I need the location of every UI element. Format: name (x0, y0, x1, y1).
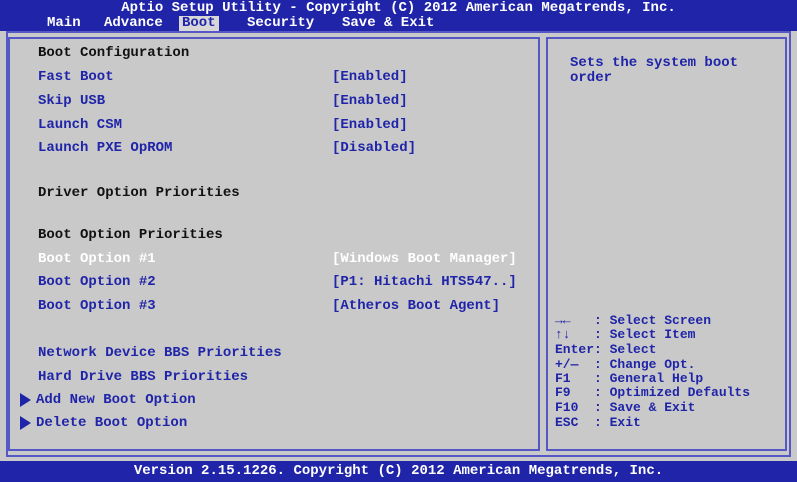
launch-csm-value[interactable]: [Enabled] (332, 117, 408, 133)
tab-main[interactable]: Main (44, 16, 84, 31)
key-select-item: ↑↓ : Select Item (555, 327, 696, 342)
footer-bar: Version 2.15.1226. Copyright (C) 2012 Am… (0, 461, 797, 482)
key-esc: ESC : Exit (555, 415, 641, 430)
boot-option-2-value[interactable]: [P1: Hitachi HTS547..] (332, 274, 517, 290)
launch-pxe-label[interactable]: Launch PXE OpROM (38, 140, 172, 156)
boot-option-3-label[interactable]: Boot Option #3 (38, 298, 156, 314)
version-text: Version 2.15.1226. Copyright (C) 2012 Am… (133, 463, 664, 479)
hard-drive-bbs-priorities[interactable]: Hard Drive BBS Priorities (38, 369, 248, 385)
skip-usb-label[interactable]: Skip USB (38, 93, 105, 109)
key-enter: Enter: Select (555, 342, 657, 357)
delete-boot-option[interactable]: Delete Boot Option (36, 415, 187, 431)
key-f1: F1 : General Help (555, 371, 704, 386)
driver-option-priorities-header: Driver Option Priorities (38, 185, 240, 201)
tab-security[interactable]: Security (244, 16, 317, 31)
tab-advance[interactable]: Advance (101, 16, 166, 31)
boot-configuration-header: Boot Configuration (38, 45, 190, 61)
help-text: Sets the system boot order (570, 55, 747, 86)
submenu-arrow-icon (20, 416, 31, 430)
boot-option-1-label[interactable]: Boot Option #1 (38, 251, 156, 267)
menu-bar: Main Advance Boot Security Save & Exit (0, 16, 797, 31)
key-f10: F10 : Save & Exit (555, 400, 696, 415)
launch-pxe-value[interactable]: [Disabled] (332, 140, 416, 156)
add-new-boot-option[interactable]: Add New Boot Option (36, 392, 196, 408)
fast-boot-value[interactable]: [Enabled] (332, 69, 408, 85)
boot-option-2-label[interactable]: Boot Option #2 (38, 274, 156, 290)
bios-window: Aptio Setup Utility - Copyright (C) 2012… (0, 0, 797, 482)
title-bar: Aptio Setup Utility - Copyright (C) 2012… (0, 0, 797, 31)
network-bbs-priorities[interactable]: Network Device BBS Priorities (38, 345, 282, 361)
key-select-screen: →← : Select Screen (555, 313, 712, 328)
key-f9: F9 : Optimized Defaults (555, 385, 751, 400)
launch-csm-label[interactable]: Launch CSM (38, 117, 122, 133)
tab-save-exit[interactable]: Save & Exit (339, 16, 437, 31)
skip-usb-value[interactable]: [Enabled] (332, 93, 408, 109)
tab-boot[interactable]: Boot (179, 16, 219, 31)
boot-option-3-value[interactable]: [Atheros Boot Agent] (332, 298, 500, 314)
key-change-opt: +/— : Change Opt. (555, 357, 696, 372)
boot-option-priorities-header: Boot Option Priorities (38, 227, 223, 243)
window-title: Aptio Setup Utility - Copyright (C) 2012… (121, 0, 676, 16)
fast-boot-label[interactable]: Fast Boot (38, 69, 114, 85)
boot-option-1-value[interactable]: [Windows Boot Manager] (332, 251, 517, 267)
submenu-arrow-icon (20, 393, 31, 407)
